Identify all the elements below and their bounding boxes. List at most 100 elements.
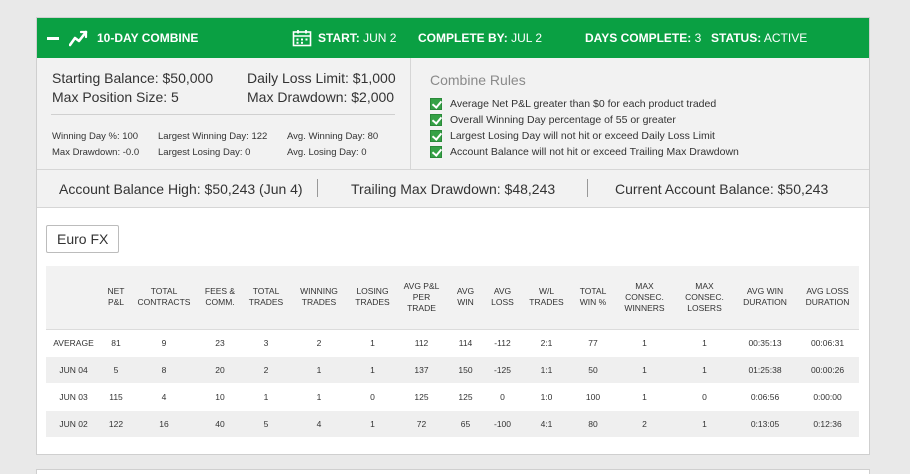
row-label: JUN 04 xyxy=(46,355,101,383)
table-cell: -100 xyxy=(484,409,521,437)
table-cell: 20 xyxy=(197,355,243,383)
table-cell: 1 xyxy=(675,328,734,356)
account-parameters: Starting Balance: $50,000 Max Position S… xyxy=(37,58,411,169)
start-date: START: JUN 2 xyxy=(318,31,397,45)
rule-item: Largest Losing Day will not hit or excee… xyxy=(430,130,715,142)
check-icon xyxy=(430,130,442,142)
table-cell: 1 xyxy=(675,355,734,383)
table-cell: 114 xyxy=(447,328,484,356)
table-cell: 80 xyxy=(572,409,614,437)
table-cell: 0:06:56 xyxy=(734,382,796,410)
table-cell: 77 xyxy=(572,328,614,356)
largest-losing-day: Largest Losing Day: 0 xyxy=(158,147,251,158)
table-cell: 125 xyxy=(396,382,447,410)
table-cell: 1 xyxy=(243,382,289,410)
daily-loss-limit: Daily Loss Limit: $1,000 xyxy=(247,70,396,86)
product-tab-euro-fx[interactable]: Euro FX xyxy=(46,225,120,253)
balance-separator xyxy=(317,179,318,197)
table-cell: 0:00:00 xyxy=(796,382,859,410)
starting-balance: Starting Balance: $50,000 xyxy=(52,70,214,86)
table-cell: 50 xyxy=(572,355,614,383)
table-cell: 100 xyxy=(572,382,614,410)
table-cell: 137 xyxy=(396,355,447,383)
table-cell: 2 xyxy=(614,409,675,437)
collapse-minus-icon[interactable] xyxy=(46,31,60,45)
calendar-icon xyxy=(292,30,312,47)
table-cell: 1 xyxy=(614,328,675,356)
table-cell: 3 xyxy=(243,328,289,356)
table-cell: 5 xyxy=(243,409,289,437)
daily-stats-table: NET P&L TOTAL CONTRACTS FEES & COMM. TOT… xyxy=(46,266,859,437)
trailing-max-drawdown: Trailing Max Drawdown: $48,243 xyxy=(351,181,556,197)
table-cell: 2 xyxy=(289,328,349,356)
winning-day-pct: Winning Day %: 100 xyxy=(52,131,139,142)
table-cell: 8 xyxy=(131,355,197,383)
table-cell: 4:1 xyxy=(521,409,572,437)
column-header: AVG WIN DURATION xyxy=(734,266,796,329)
table-cell: 112 xyxy=(396,328,447,356)
current-account-balance: Current Account Balance: $50,243 xyxy=(615,181,829,197)
table-cell: 1 xyxy=(614,355,675,383)
rule-item: Account Balance will not hit or exceed T… xyxy=(430,146,739,158)
column-header: AVG LOSS DURATION xyxy=(796,266,859,329)
table-cell: 122 xyxy=(101,409,131,437)
combine-panel: 10-DAY COMBINE START: JUN 2 COMPLETE BY:… xyxy=(36,17,870,455)
table-cell: 10 xyxy=(197,382,243,410)
table-cell: 1 xyxy=(349,328,396,356)
table-cell: 4 xyxy=(289,409,349,437)
table-cell: 0:12:36 xyxy=(796,409,859,437)
table-cell: 72 xyxy=(396,409,447,437)
table-cell: 0 xyxy=(484,382,521,410)
rule-item: Average Net P&L greater than $0 for each… xyxy=(430,98,716,110)
summary-divider xyxy=(51,114,395,115)
rule-item: Overall Winning Day percentage of 55 or … xyxy=(430,114,676,126)
max-drawdown: Max Drawdown: $2,000 xyxy=(247,89,395,105)
max-drawdown-stat: Max Drawdown: -0.0 xyxy=(52,147,140,158)
column-header: AVG P&L PER TRADE xyxy=(396,266,447,329)
account-balance-high: Account Balance High: $50,243 (Jun 4) xyxy=(59,181,303,197)
column-header: TOTAL TRADES xyxy=(243,266,289,329)
column-header: TOTAL WIN % xyxy=(572,266,614,329)
balance-separator xyxy=(587,179,588,197)
combine-header: 10-DAY COMBINE START: JUN 2 COMPLETE BY:… xyxy=(37,18,869,58)
column-header xyxy=(46,266,101,329)
column-header: TOTAL CONTRACTS xyxy=(131,266,197,329)
avg-losing-day: Avg. Losing Day: 0 xyxy=(287,147,367,158)
complete-by-date: COMPLETE BY: JUL 2 xyxy=(418,31,543,45)
table-row: JUN 04 5 8 20 2 1 1 137 150 -125 1:1 50 1 1 01:25:38 00… xyxy=(46,355,859,383)
column-header: NET P&L xyxy=(101,266,131,329)
combine-rules-title: Combine Rules xyxy=(430,72,526,88)
status: STATUS: ACTIVE xyxy=(711,31,808,45)
check-icon xyxy=(430,98,442,110)
table-row: JUN 03 115 4 10 1 1 0 125 125 0 1:0 100 1 0 0:06:56 0:0… xyxy=(46,382,859,410)
table-cell: -125 xyxy=(484,355,521,383)
table-cell: 00:00:26 xyxy=(796,355,859,383)
table-cell: 2:1 xyxy=(521,328,572,356)
trend-chart-icon xyxy=(69,30,88,47)
table-cell: 1 xyxy=(349,355,396,383)
table-cell: 01:25:38 xyxy=(734,355,796,383)
table-cell: 0 xyxy=(675,382,734,410)
table-cell: 125 xyxy=(447,382,484,410)
table-cell: 1 xyxy=(289,355,349,383)
column-header: LOSING TRADES xyxy=(349,266,396,329)
table-cell: 23 xyxy=(197,328,243,356)
table-cell: 1 xyxy=(614,382,675,410)
table-cell: 9 xyxy=(131,328,197,356)
column-header: MAX CONSEC. WINNERS xyxy=(614,266,675,329)
table-cell: 40 xyxy=(197,409,243,437)
table-cell: 115 xyxy=(101,382,131,410)
table-cell: 150 xyxy=(447,355,484,383)
table-cell: 1:0 xyxy=(521,382,572,410)
table-cell: 1 xyxy=(289,382,349,410)
row-label: AVERAGE xyxy=(46,328,101,356)
table-cell: 1:1 xyxy=(521,355,572,383)
column-header: WINNING TRADES xyxy=(289,266,349,329)
table-cell: -112 xyxy=(484,328,521,356)
largest-winning-day: Largest Winning Day: 122 xyxy=(158,131,268,142)
table-row: JUN 02 122 16 40 5 4 1 72 65 -100 4:1 80 2 1 0:13:05 0:… xyxy=(46,409,859,437)
table-cell: 0:13:05 xyxy=(734,409,796,437)
column-header: W/L TRADES xyxy=(521,266,572,329)
table-cell: 1 xyxy=(349,409,396,437)
next-panel-edge xyxy=(36,469,870,474)
